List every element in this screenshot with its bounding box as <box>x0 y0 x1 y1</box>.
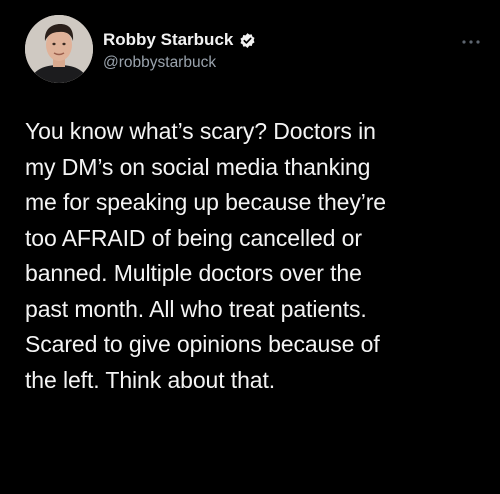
name-row: Robby Starbuck <box>103 29 256 51</box>
display-name[interactable]: Robby Starbuck <box>103 30 233 50</box>
tweet-text: You know what’s scary? Doctors in my DM’… <box>25 118 386 393</box>
author-identity[interactable]: Robby Starbuck @robbystarbuck <box>103 29 256 72</box>
avatar[interactable] <box>25 15 93 83</box>
user-handle[interactable]: @robbystarbuck <box>103 54 256 72</box>
tweet-card: Robby Starbuck @robbystarbuck You know w… <box>0 0 500 494</box>
more-options-icon[interactable] <box>461 33 481 44</box>
profile-photo-icon <box>25 15 93 83</box>
tweet-header: Robby Starbuck @robbystarbuck <box>25 15 485 85</box>
verified-badge-icon <box>239 32 256 49</box>
